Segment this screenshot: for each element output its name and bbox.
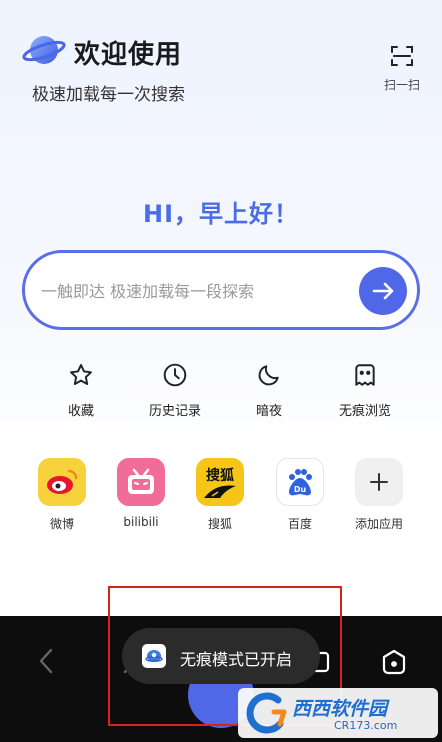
greeting-text: HI，早上好！ — [142, 200, 299, 228]
quick-label: 历史记录 — [148, 404, 201, 419]
bilibili-icon — [117, 458, 165, 506]
app-label: bilibili — [123, 515, 159, 529]
app-label: 搜狐 — [207, 517, 232, 531]
planet-logo-icon — [22, 36, 66, 64]
home-button[interactable] — [380, 648, 408, 680]
welcome-tagline: 极速加载每一次搜索 — [32, 85, 185, 105]
back-button[interactable] — [34, 646, 60, 680]
chevron-left-icon — [39, 648, 53, 674]
cr173-logo-icon — [246, 692, 287, 734]
home-icon — [382, 649, 406, 675]
svg-text:搜狐: 搜狐 — [206, 467, 234, 484]
app-add[interactable]: 添加应用 — [339, 458, 419, 532]
quick-item-favorites[interactable]: 收藏 — [36, 362, 126, 419]
search-box[interactable] — [22, 250, 420, 330]
quick-item-dark-mode[interactable]: 暗夜 — [224, 362, 314, 419]
scan-icon — [391, 46, 413, 66]
app-label: 微博 — [49, 517, 74, 531]
moon-icon — [258, 365, 279, 386]
search-go-button[interactable] — [359, 267, 407, 315]
quick-label: 无痕浏览 — [338, 404, 391, 419]
quick-item-history[interactable]: 历史记录 — [130, 362, 220, 419]
baidu-icon: Du — [276, 458, 324, 506]
app-label: 百度 — [287, 517, 312, 531]
app-label: 添加应用 — [354, 517, 403, 531]
watermark-url: CR173.com — [334, 719, 398, 732]
search-input[interactable] — [41, 277, 351, 305]
scan-button[interactable]: 扫一扫 — [380, 44, 424, 93]
watermark: 西西软件园 CR173.com — [238, 688, 438, 738]
app-bilibili[interactable]: bilibili — [101, 458, 181, 529]
app-weibo[interactable]: 微博 — [22, 458, 102, 532]
watermark-brand: 西西软件园 — [292, 698, 388, 720]
ghost-icon — [355, 364, 375, 386]
svg-text:Du: Du — [294, 485, 307, 494]
plus-icon — [355, 458, 403, 506]
header: 欢迎使用 极速加载每一次搜索 扫一扫 — [0, 0, 442, 130]
welcome-title: 欢迎使用 — [74, 40, 183, 70]
quick-label: 收藏 — [67, 404, 94, 419]
weibo-icon — [38, 458, 86, 506]
scan-label: 扫一扫 — [383, 78, 420, 92]
app-baidu[interactable]: Du 百度 — [260, 458, 340, 532]
quick-item-incognito[interactable]: 无痕浏览 — [320, 362, 410, 419]
star-icon — [70, 364, 92, 385]
arrow-right-icon — [372, 282, 394, 300]
app-sohu[interactable]: 搜狐 搜狐 — [180, 458, 260, 532]
sohu-icon: 搜狐 — [196, 458, 244, 506]
quick-label: 暗夜 — [255, 404, 282, 419]
clock-icon — [163, 363, 187, 387]
